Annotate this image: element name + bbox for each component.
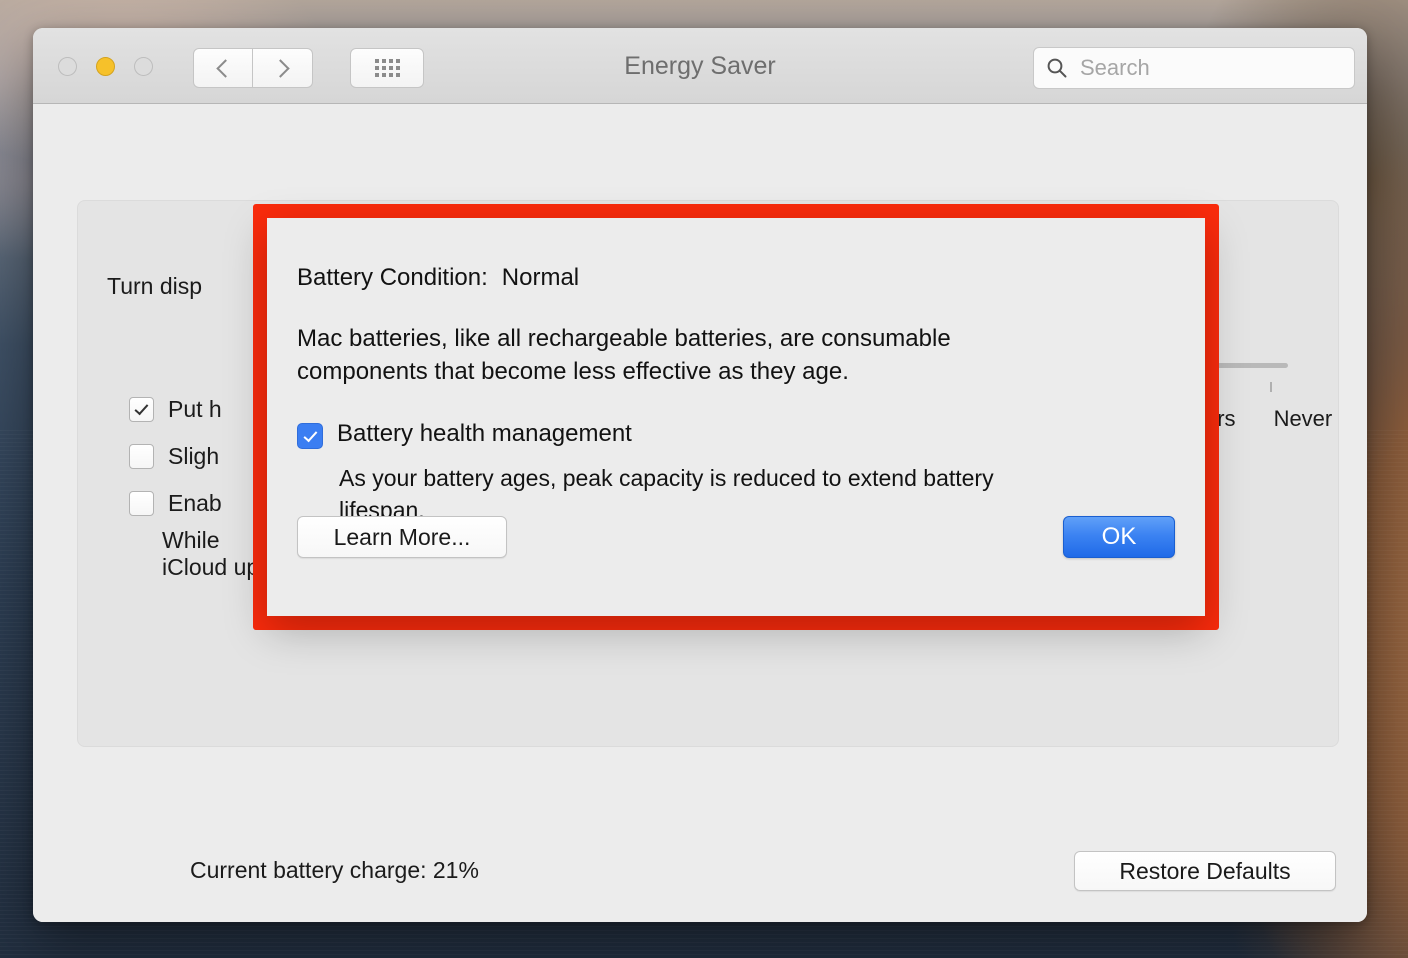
search-placeholder: Search — [1080, 55, 1150, 80]
checkbox-row-slightly-dim-display[interactable]: Sligh — [129, 443, 219, 470]
checkbox-row-put-hard-disks-to-sleep[interactable]: Put h — [129, 396, 222, 423]
checkbox-unchecked-icon[interactable] — [129, 491, 154, 516]
window-content: Turn disp Put h Sligh Enab While iCloud … — [33, 104, 1367, 922]
bottom-bar — [33, 822, 1367, 922]
search-icon — [1047, 58, 1067, 78]
checkbox-row-enable-power-nap[interactable]: Enab — [129, 490, 222, 517]
checkbox-label: Sligh — [168, 443, 220, 469]
checkbox-checked-icon[interactable] — [297, 423, 323, 450]
checkbox-checked-icon[interactable] — [129, 397, 154, 422]
turn-display-off-label: Turn disp — [107, 273, 203, 299]
checkbox-label: Put h — [168, 396, 222, 422]
slider-tick-mark — [1270, 382, 1272, 392]
battery-health-management-label: Battery health management — [337, 420, 632, 448]
battery-condition-line: Battery Condition: Normal — [297, 264, 1175, 292]
window-titlebar: Energy Saver Search — [33, 28, 1367, 104]
battery-condition-value: Normal — [501, 264, 580, 291]
system-preferences-window: Energy Saver Search Turn disp Put h Slig… — [33, 28, 1367, 922]
dialog-button-row: Learn More... OK — [297, 516, 1175, 558]
search-input[interactable]: Search — [1033, 47, 1355, 89]
slider-label-never: Never — [1273, 406, 1333, 431]
battery-health-management-row[interactable]: Battery health management — [297, 420, 1175, 450]
battery-description-text: Mac batteries, like all rechargeable bat… — [297, 325, 951, 386]
learn-more-button[interactable]: Learn More... — [297, 516, 507, 558]
battery-condition-label: Battery Condition: — [297, 264, 488, 291]
ok-button[interactable]: OK — [1063, 516, 1175, 558]
battery-health-dialog: Battery Condition: Normal Mac batteries, … — [267, 218, 1205, 616]
power-nap-note-line-1: While — [162, 527, 220, 553]
slider-labels: hrs Never — [1205, 406, 1332, 432]
checkbox-unchecked-icon[interactable] — [129, 444, 154, 469]
checkbox-label: Enab — [168, 490, 222, 516]
